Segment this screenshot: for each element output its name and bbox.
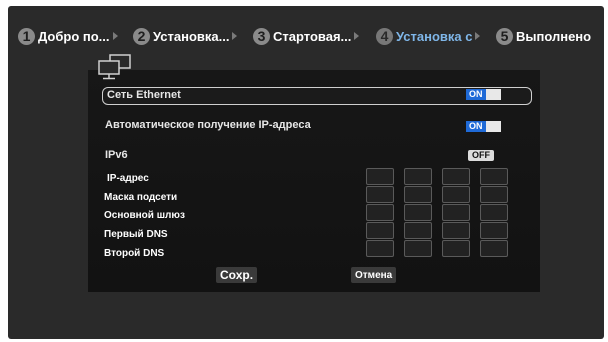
- step-number: 5: [496, 27, 513, 45]
- octet-input[interactable]: [480, 222, 508, 239]
- step-number: 2: [133, 27, 150, 45]
- step-label: Добро по...: [38, 28, 110, 44]
- step-label: Установка с: [396, 28, 473, 44]
- ipv6-toggle[interactable]: OFF: [468, 150, 494, 161]
- secondary-dns-label: Второй DNS: [104, 248, 165, 259]
- toggle-thumb: [485, 121, 501, 132]
- wizard-steps: 1 Добро по... 2 Установка... 3 Стартовая…: [8, 6, 604, 46]
- step-3[interactable]: 3 Стартовая...: [253, 27, 360, 45]
- ip-address-label: IP-адрес: [107, 173, 149, 184]
- octet-input[interactable]: [404, 168, 432, 185]
- octet-input[interactable]: [404, 186, 432, 203]
- octet-input[interactable]: [366, 222, 394, 239]
- chevron-right-icon: [475, 32, 481, 40]
- octet-input[interactable]: [404, 204, 432, 221]
- octet-input[interactable]: [442, 204, 470, 221]
- toggle-thumb: [485, 89, 501, 100]
- gateway-label: Основной шлюз: [104, 210, 185, 221]
- octet-input[interactable]: [442, 168, 470, 185]
- ethernet-toggle[interactable]: ON: [466, 89, 501, 100]
- subnet-mask-label: Маска подсети: [104, 192, 178, 203]
- dhcp-toggle[interactable]: ON: [466, 121, 501, 132]
- octet-input[interactable]: [366, 186, 394, 203]
- chevron-right-icon: [232, 32, 238, 40]
- chevron-right-icon: [112, 32, 118, 40]
- octet-input[interactable]: [404, 240, 432, 257]
- step-number: 1: [18, 27, 35, 45]
- toggle-state: ON: [466, 89, 486, 100]
- octet-input[interactable]: [480, 204, 508, 221]
- step-label: Установка...: [153, 28, 230, 44]
- step-number: 4: [376, 27, 393, 45]
- dhcp-label: Автоматическое получение IP-адреса: [105, 119, 311, 131]
- octet-input[interactable]: [366, 240, 394, 257]
- step-1[interactable]: 1 Добро по...: [18, 27, 118, 45]
- step-label: Стартовая...: [273, 28, 352, 44]
- step-5[interactable]: 5 Выполнено: [496, 27, 591, 45]
- octet-input[interactable]: [480, 168, 508, 185]
- step-4[interactable]: 4 Установка с: [376, 27, 481, 45]
- octet-input[interactable]: [442, 240, 470, 257]
- octet-input[interactable]: [366, 204, 394, 221]
- octet-input[interactable]: [366, 168, 394, 185]
- octet-input[interactable]: [404, 222, 432, 239]
- save-button[interactable]: Сохр.: [216, 267, 258, 283]
- step-number: 3: [253, 27, 270, 45]
- chevron-right-icon: [354, 32, 360, 40]
- octet-input[interactable]: [480, 240, 508, 257]
- wizard-window: 1 Добро по... 2 Установка... 3 Стартовая…: [8, 6, 604, 339]
- octet-input[interactable]: [480, 186, 508, 203]
- step-2[interactable]: 2 Установка...: [133, 27, 238, 45]
- network-monitors-icon: [98, 54, 131, 80]
- octet-input[interactable]: [442, 222, 470, 239]
- primary-dns-label: Первый DNS: [104, 229, 168, 240]
- step-label: Выполнено: [516, 28, 592, 44]
- octet-input[interactable]: [442, 186, 470, 203]
- toggle-state: ON: [466, 121, 486, 132]
- ip-octet-grid: [366, 168, 516, 257]
- cancel-button[interactable]: Отмена: [351, 267, 397, 283]
- ethernet-label: Сеть Ethernet: [107, 89, 181, 101]
- ipv6-label: IPv6: [105, 149, 128, 161]
